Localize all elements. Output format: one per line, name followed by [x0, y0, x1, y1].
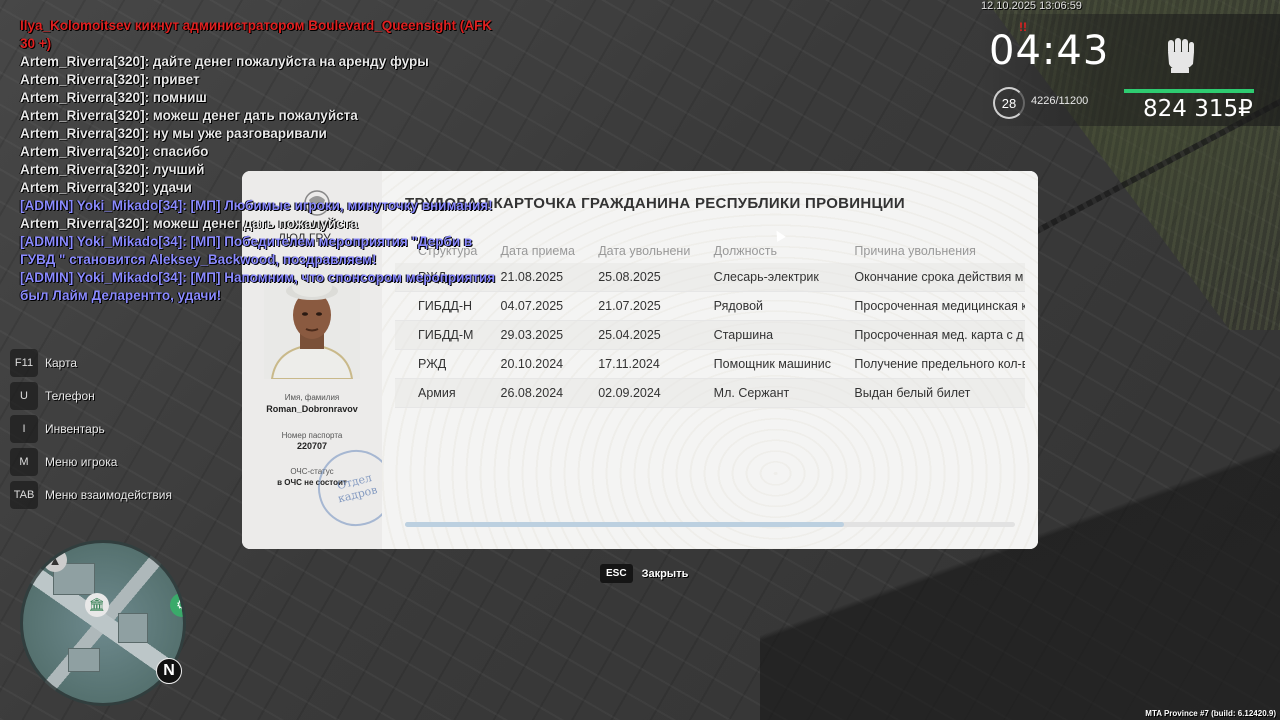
- table-cell: Окончание срока действия м: [831, 263, 1025, 292]
- chat-message: Artem_Riverra[320]: дайте денег пожалуйс…: [20, 54, 429, 69]
- table-cell: Армия: [395, 378, 478, 408]
- hint-label: Меню взаимодействия: [45, 487, 172, 502]
- hint-label: Телефон: [45, 388, 95, 403]
- table-row: РЖД 20.10.2024 17.11.2024 Помощник машинис П…: [395, 349, 1025, 379]
- chat-message: Artem_Riverra[320]: лучший: [20, 162, 205, 177]
- table-cell: Просроченная мед. карта с д: [831, 320, 1025, 350]
- close-label[interactable]: Закрыть: [642, 568, 689, 580]
- chat-message: Artem_Riverra[320]: спасибо: [20, 144, 209, 159]
- table-cell: 17.11.2024: [575, 349, 691, 379]
- chat-message: [ADMIN] Yoki_Mikado[34]: [МП] Любимые иг…: [20, 198, 493, 213]
- table-cell: 02.09.2024: [575, 378, 691, 408]
- keybind-hint: TAB Меню взаимодействия: [10, 478, 172, 511]
- map-building: [118, 613, 148, 643]
- table-cell: Просроченная медицинская к: [831, 291, 1025, 321]
- xp-counter: 4226/11200: [1031, 95, 1089, 107]
- table-cell: 20.10.2024: [477, 349, 576, 379]
- table-cell: Выдан белый билет: [831, 378, 1025, 408]
- hud-datetime: 12.10.2025 13:06:59: [981, 0, 1082, 12]
- scrollbar-thumb[interactable]: [405, 522, 845, 527]
- name-label: Имя, фамилия: [284, 393, 340, 402]
- hud-clock: 04:43: [989, 28, 1110, 74]
- keybind-hint: M Меню игрока: [10, 445, 172, 478]
- column-header: Должность: [713, 244, 777, 258]
- table-cell: 25.08.2025: [575, 263, 691, 292]
- fist-icon: [1168, 38, 1194, 73]
- table-cell: РЖД: [395, 349, 478, 379]
- hint-key: I: [10, 414, 38, 443]
- table-cell: 29.03.2025: [477, 320, 576, 350]
- chat-message: [ADMIN] Yoki_Mikado[34]: [МП] Победителе…: [20, 234, 476, 267]
- hint-key: M: [10, 447, 38, 476]
- column-header: Дата увольнени: [598, 244, 691, 258]
- chat-message: Artem_Riverra[320]: удачи: [20, 180, 192, 195]
- hint-key: F11: [10, 348, 38, 377]
- chat-message: Artem_Riverra[320]: можеш денег дать пож…: [20, 216, 358, 231]
- money-display: 824 315₽: [1143, 96, 1253, 122]
- table-cell: Рядовой: [690, 291, 832, 321]
- table-cell: Мл. Сержант: [690, 378, 832, 408]
- table-row: ГИБДД-М 29.03.2025 25.04.2025 Старшина Проср…: [395, 320, 1025, 350]
- table-cell: 26.08.2024: [477, 378, 576, 408]
- keybind-hint: I Инвентарь: [10, 412, 172, 445]
- table-cell: Старшина: [690, 320, 832, 350]
- horizontal-scrollbar[interactable]: [405, 522, 1015, 527]
- hint-label: Меню игрока: [45, 454, 118, 469]
- table-cell: Получение предельного кол-в: [831, 349, 1025, 379]
- passport-label: Номер паспорта: [281, 431, 343, 440]
- north-indicator: N: [156, 658, 182, 684]
- hint-key: U: [10, 381, 38, 410]
- keybind-hints: F11 Карта U Телефон I Инвентарь M Меню игрока TA…: [10, 346, 172, 511]
- chat-message: Artem_Riverra[320]: можеш денег дать пож…: [20, 108, 358, 123]
- build-info: MTA Province #7 (build: 6.12420.9): [1145, 709, 1276, 718]
- close-hint[interactable]: ESC Закрыть: [600, 564, 688, 583]
- map-building: [68, 648, 100, 672]
- keybind-hint: F11 Карта: [10, 346, 172, 379]
- keybind-hint: U Телефон: [10, 379, 172, 412]
- chat-log: Ilya_Kolomoitsev кикнут администратором …: [20, 17, 500, 305]
- column-header: Причина увольнения: [854, 244, 976, 258]
- chat-message: [ADMIN] Yoki_Mikado[34]: [МП] Напомним, …: [20, 270, 503, 303]
- health-bar: [1124, 89, 1254, 93]
- level-badge: 28: [993, 87, 1025, 119]
- table-cell: ГИБДД-М: [395, 320, 478, 350]
- table-cell: Помощник машинис: [690, 349, 832, 379]
- table-row: Армия 26.08.2024 02.09.2024 Мл. Сержант Выда…: [395, 378, 1025, 408]
- esc-key[interactable]: ESC: [600, 564, 633, 583]
- table-cell: 21.07.2025: [575, 291, 691, 321]
- chat-message: Artem_Riverra[320]: ну мы уже разговарив…: [20, 126, 327, 141]
- hint-key: TAB: [10, 480, 38, 509]
- table-cell: Слесарь-электрик: [690, 263, 832, 292]
- map-marker-icon: ▲: [43, 548, 67, 572]
- chat-message: Ilya_Kolomoitsev кикнут администратором …: [20, 18, 496, 51]
- hint-label: Карта: [45, 355, 78, 370]
- bank-icon: 🏛: [85, 593, 109, 617]
- chat-message: Artem_Riverra[320]: помниш: [20, 90, 207, 105]
- table-cell: 25.04.2025: [575, 320, 691, 350]
- chat-message: Artem_Riverra[320]: привет: [20, 72, 200, 87]
- name-value: Roman_Dobronravov: [266, 404, 358, 414]
- hint-label: Инвентарь: [45, 421, 105, 436]
